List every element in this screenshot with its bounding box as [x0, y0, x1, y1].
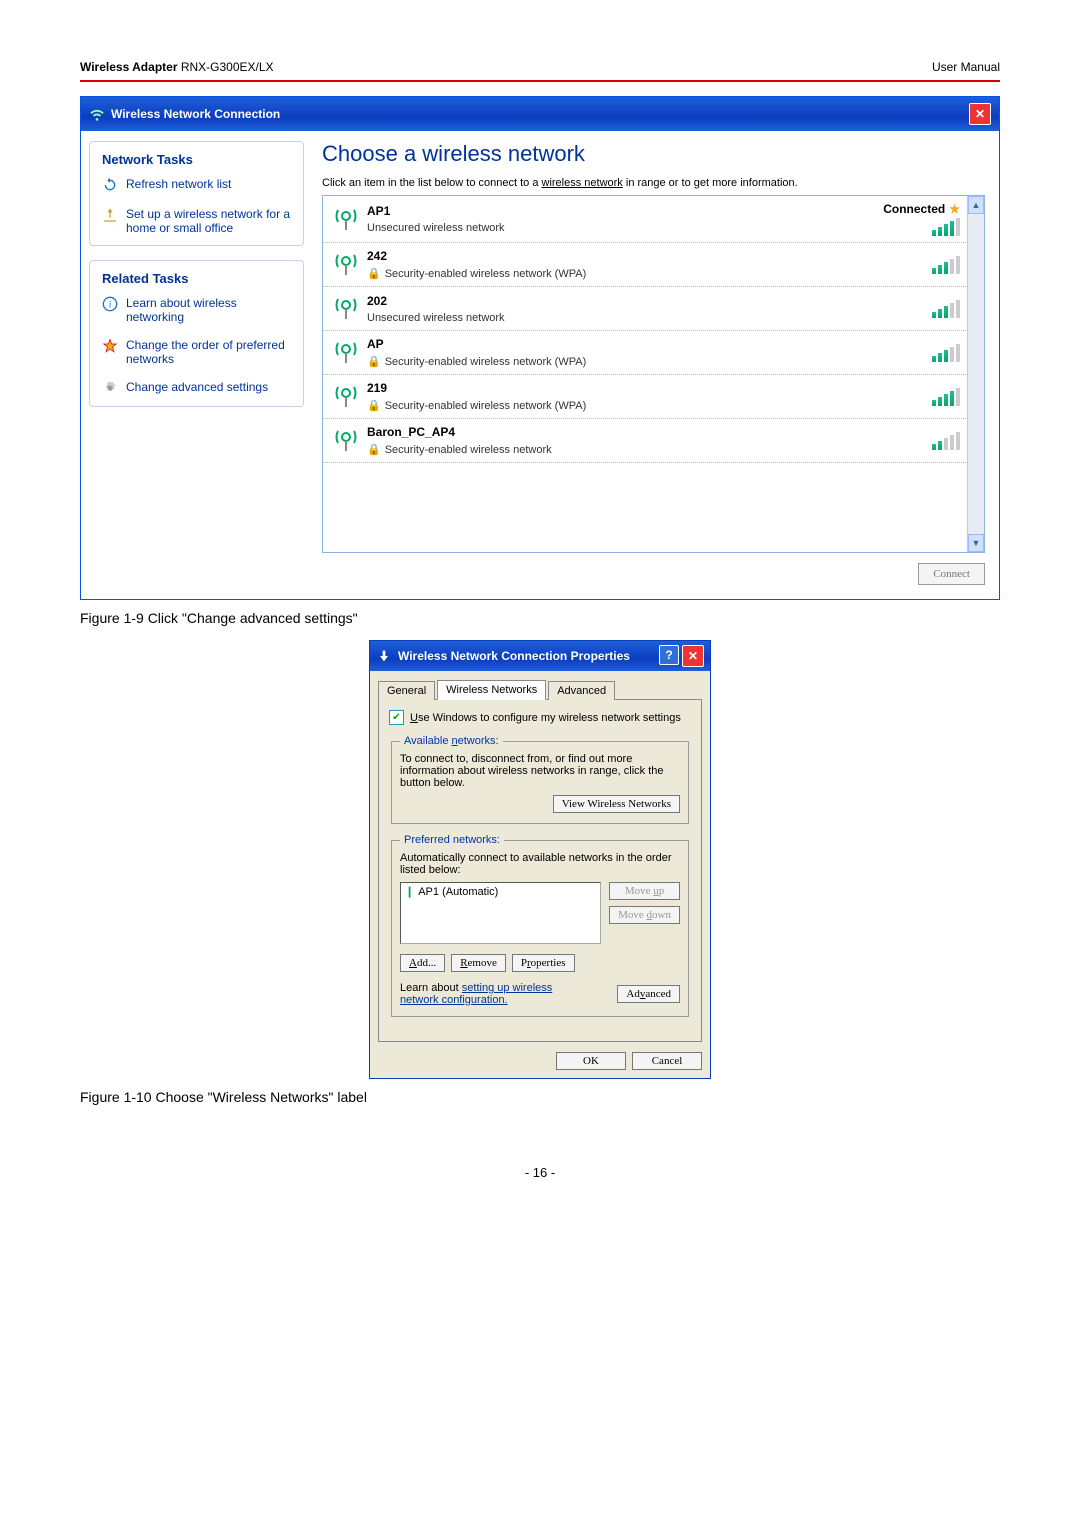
available-networks-legend: Available networks:: [400, 735, 503, 747]
network-item[interactable]: 219 🔒Security-enabled wireless network (…: [323, 375, 968, 419]
lock-icon: 🔒: [367, 267, 381, 280]
signal-bars-icon: [932, 388, 960, 406]
advanced-button[interactable]: Advanced: [617, 985, 680, 1003]
signal-icon: [331, 204, 361, 235]
titlebar[interactable]: Wireless Network Connection ✕: [81, 97, 999, 131]
signal-bars-icon: [932, 300, 960, 318]
network-name: AP: [367, 337, 932, 351]
signal-icon: [331, 381, 361, 412]
network-item[interactable]: 242 🔒Security-enabled wireless network (…: [323, 243, 968, 287]
network-security: 🔒Security-enabled wireless network (WPA): [367, 267, 932, 280]
network-security: 🔒Security-enabled wireless network (WPA): [367, 399, 932, 412]
remove-button[interactable]: Remove: [451, 954, 506, 972]
scroll-down-icon[interactable]: ▼: [968, 534, 984, 552]
info-icon: i: [102, 296, 118, 312]
window-title: Wireless Network Connection: [111, 107, 280, 121]
network-security: 🔒Security-enabled wireless network (WPA): [367, 355, 932, 368]
tab-general[interactable]: General: [378, 681, 435, 700]
lock-icon: 🔒: [367, 399, 381, 412]
signal-bars-icon: [932, 256, 960, 274]
network-name: 202: [367, 294, 932, 308]
tab-advanced[interactable]: Advanced: [548, 681, 615, 700]
star-icon: [102, 338, 118, 354]
network-security: Unsecured wireless network: [367, 222, 883, 234]
refresh-network-list[interactable]: Refresh network list: [102, 177, 291, 193]
properties-dialog: Wireless Network Connection Properties ?…: [369, 640, 711, 1079]
antenna-icon: ❙: [405, 885, 414, 898]
connect-button[interactable]: Connect: [918, 563, 985, 585]
use-windows-checkbox[interactable]: ✔ Use Windows to configure my wireless n…: [389, 710, 691, 725]
preferred-networks-text: Automatically connect to available netwo…: [400, 852, 680, 876]
gear-icon: [102, 380, 118, 396]
add-button[interactable]: Add...: [400, 954, 445, 972]
close-button[interactable]: ✕: [969, 103, 991, 125]
properties-button[interactable]: Properties: [512, 954, 575, 972]
network-item[interactable]: 202 Unsecured wireless network: [323, 287, 968, 331]
figure-1-9-caption: Figure 1-9 Click "Change advanced settin…: [80, 610, 1000, 626]
network-name: Baron_PC_AP4: [367, 425, 932, 439]
ok-button[interactable]: OK: [556, 1052, 626, 1070]
network-name: 242: [367, 249, 932, 263]
signal-icon: [331, 249, 361, 280]
learn-wireless[interactable]: i Learn about wireless networking: [102, 296, 291, 324]
scrollbar[interactable]: ▲ ▼: [967, 196, 984, 552]
change-order[interactable]: Change the order of preferred networks: [102, 338, 291, 366]
move-down-button[interactable]: Move down: [609, 906, 680, 924]
svg-text:i: i: [109, 300, 112, 310]
signal-bars-icon: [932, 218, 960, 236]
refresh-icon: [102, 177, 118, 193]
wireless-connection-window: Wireless Network Connection ✕ Network Ta…: [80, 96, 1000, 600]
connected-label: Connected ★: [883, 202, 960, 216]
header-product: Wireless Adapter RNX-G300EX/LX: [80, 60, 274, 74]
signal-icon: [331, 293, 361, 324]
list-item[interactable]: ❙ AP1 (Automatic): [401, 883, 600, 900]
hint-text: Click an item in the list below to conne…: [322, 177, 985, 189]
page-number: - 16 -: [80, 1165, 1000, 1180]
available-networks-text: To connect to, disconnect from, or find …: [400, 753, 680, 789]
change-advanced-settings[interactable]: Change advanced settings: [102, 380, 291, 396]
network-name: 219: [367, 381, 932, 395]
network-item[interactable]: AP 🔒Security-enabled wireless network (W…: [323, 331, 968, 375]
setup-icon: [102, 207, 118, 223]
lock-icon: 🔒: [367, 443, 381, 456]
network-name: AP1: [367, 204, 883, 218]
signal-bars-icon: [932, 344, 960, 362]
cancel-button[interactable]: Cancel: [632, 1052, 702, 1070]
dialog-close-button[interactable]: ✕: [682, 645, 704, 667]
network-security: 🔒Security-enabled wireless network: [367, 443, 932, 456]
help-button[interactable]: ?: [659, 645, 679, 665]
dialog-title: Wireless Network Connection Properties: [398, 649, 630, 663]
header-right: User Manual: [932, 60, 1000, 74]
setup-wireless-network[interactable]: Set up a wireless network for a home or …: [102, 207, 291, 235]
learn-link[interactable]: Learn about setting up wireless network …: [400, 982, 580, 1006]
wifi-icon: [89, 106, 105, 122]
move-up-button[interactable]: Move up: [609, 882, 680, 900]
preferred-networks-legend: Preferred networks:: [400, 834, 504, 846]
scroll-up-icon[interactable]: ▲: [968, 196, 984, 214]
network-tasks-title: Network Tasks: [102, 152, 291, 167]
signal-icon: [331, 425, 361, 456]
checkbox-icon: ✔: [389, 710, 404, 725]
network-security: Unsecured wireless network: [367, 312, 932, 324]
preferred-list[interactable]: ❙ AP1 (Automatic): [400, 882, 601, 944]
network-item[interactable]: Baron_PC_AP4 🔒Security-enabled wireless …: [323, 419, 968, 463]
choose-network-heading: Choose a wireless network: [322, 141, 985, 167]
down-arrow-icon: [376, 648, 392, 664]
view-wireless-networks-button[interactable]: View Wireless Networks: [553, 795, 680, 813]
figure-1-10-caption: Figure 1-10 Choose "Wireless Networks" l…: [80, 1089, 1000, 1105]
signal-icon: [331, 337, 361, 368]
related-tasks-title: Related Tasks: [102, 271, 291, 286]
network-list[interactable]: AP1 Unsecured wireless network Connected…: [322, 195, 985, 553]
signal-bars-icon: [932, 432, 960, 450]
star-icon: ★: [949, 202, 960, 216]
lock-icon: 🔒: [367, 355, 381, 368]
network-item[interactable]: AP1 Unsecured wireless network Connected…: [323, 196, 968, 243]
tab-wireless-networks[interactable]: Wireless Networks: [437, 680, 546, 700]
